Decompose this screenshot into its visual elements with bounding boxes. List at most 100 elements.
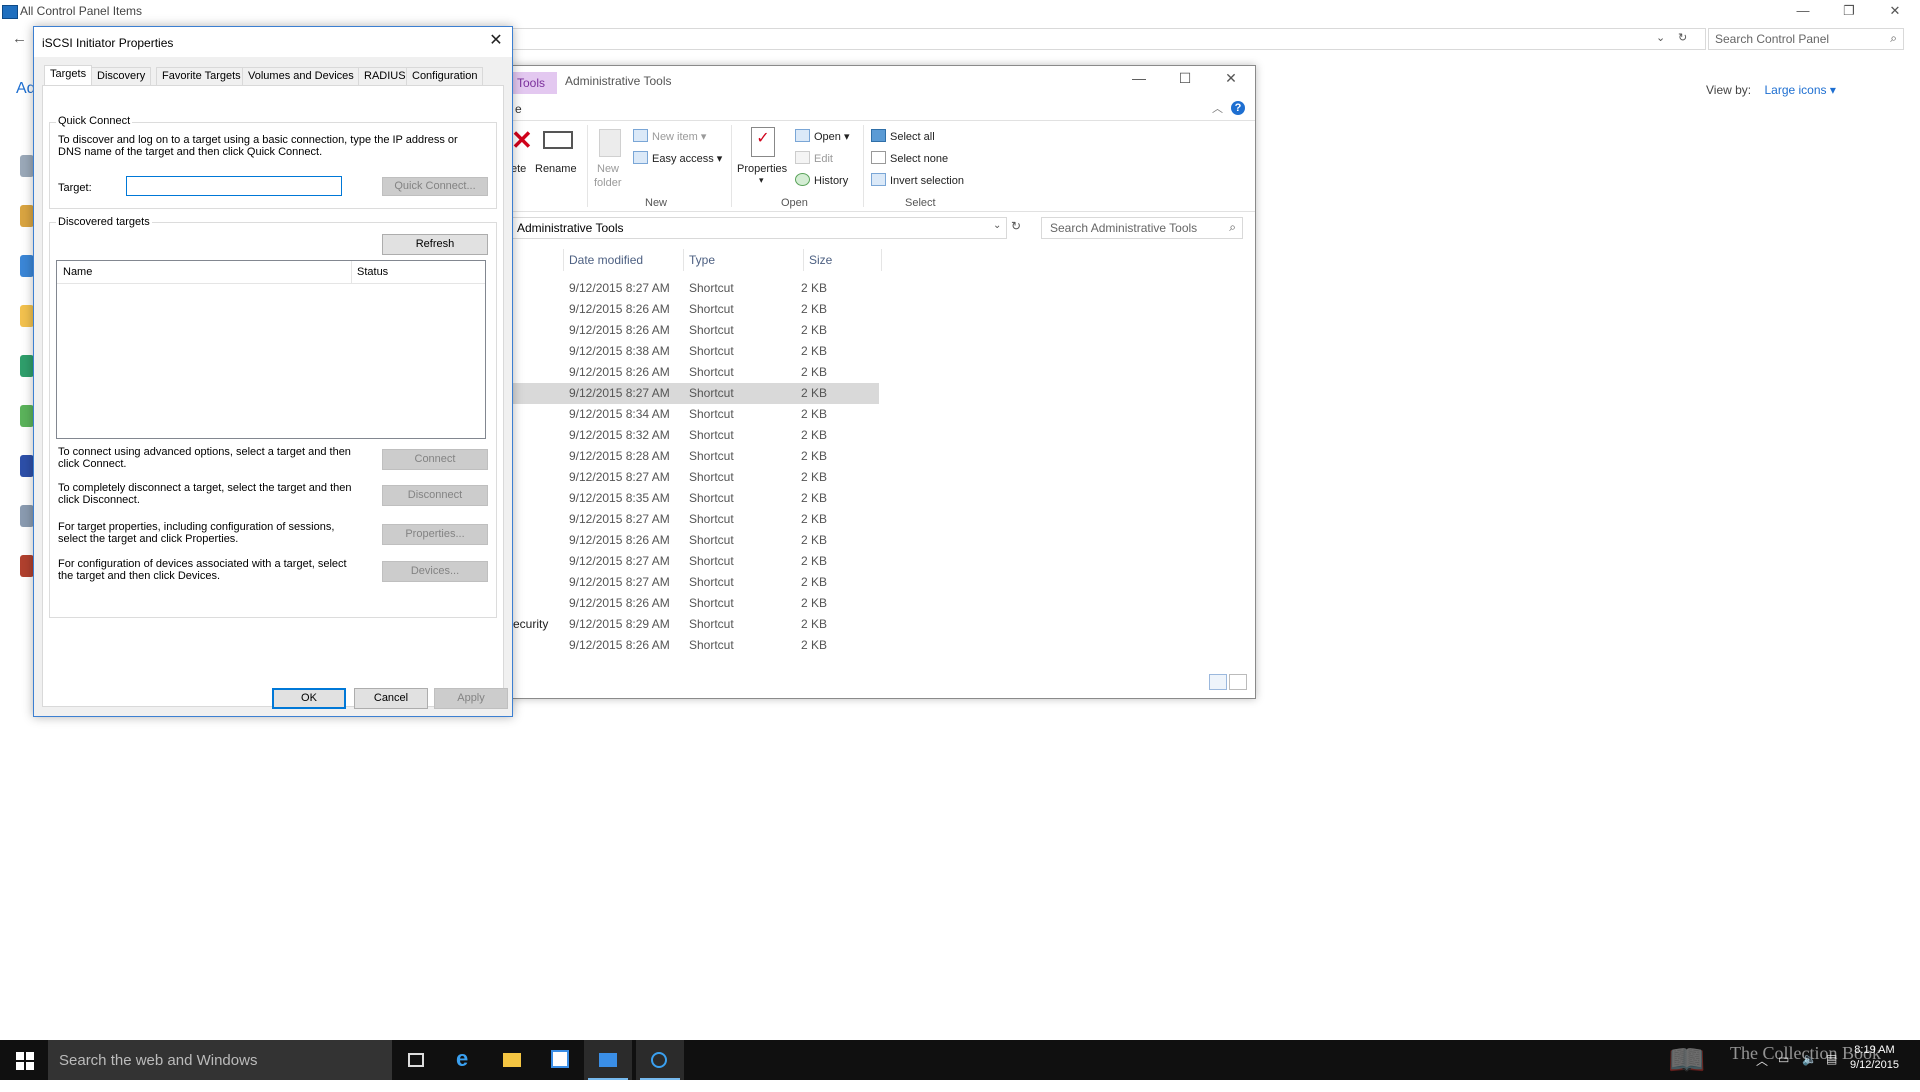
table-row[interactable]: 9/12/2015 8:26 AM Shortcut 2 KB: [511, 635, 1255, 656]
refresh-icon[interactable]: ↻: [1011, 219, 1021, 233]
taskbar-iscsi-initiator[interactable]: [636, 1040, 684, 1080]
easy-access-button[interactable]: Easy access ▾: [633, 151, 722, 165]
target-input[interactable]: [126, 176, 342, 196]
help-icon[interactable]: ?: [1231, 101, 1245, 115]
select-all-button[interactable]: Select all: [871, 129, 935, 143]
quick-connect-button[interactable]: Quick Connect...: [382, 177, 488, 196]
table-row[interactable]: 9/12/2015 8:26 AM Shortcut 2 KB: [511, 530, 1255, 551]
control-panel-search-input[interactable]: Search Control Panel ⌕: [1708, 28, 1904, 50]
table-row[interactable]: 9/12/2015 8:26 AM Shortcut 2 KB: [511, 593, 1255, 614]
restore-icon[interactable]: ❐: [1826, 0, 1872, 22]
task-view-button[interactable]: [392, 1040, 440, 1080]
collapse-ribbon-icon[interactable]: ︿: [1212, 100, 1223, 116]
open-button[interactable]: Open ▾: [795, 129, 850, 143]
address-dropdown-icon[interactable]: ⌄: [993, 220, 1001, 231]
table-row[interactable]: 9/12/2015 8:26 AM Shortcut 2 KB: [511, 320, 1255, 341]
new-folder-label-2[interactable]: folder: [594, 177, 622, 189]
column-header-type[interactable]: Type: [689, 253, 715, 267]
new-item-button[interactable]: New item ▾: [633, 129, 706, 143]
apply-button[interactable]: Apply: [434, 688, 508, 709]
column-header-name[interactable]: Name: [63, 266, 92, 278]
explorer-address-bar[interactable]: Administrative Tools: [511, 217, 1007, 239]
address-dropdown-icon[interactable]: ⌄: [1656, 31, 1665, 44]
view-by-dropdown[interactable]: Large icons ▾: [1764, 83, 1835, 97]
table-row[interactable]: 9/12/2015 8:38 AM Shortcut 2 KB: [511, 341, 1255, 362]
minimize-icon[interactable]: —: [1119, 70, 1159, 86]
file-size: 2 KB: [801, 638, 828, 652]
table-row[interactable]: 9/12/2015 8:27 AM Shortcut 2 KB: [511, 572, 1255, 593]
tab-favorite-targets[interactable]: Favorite Targets: [156, 67, 247, 85]
disconnect-button[interactable]: Disconnect: [382, 485, 488, 506]
taskbar-clock[interactable]: 8:19 AM 9/12/2015: [1850, 1043, 1899, 1073]
edit-button[interactable]: Edit: [795, 151, 833, 165]
refresh-icon[interactable]: ↻: [1678, 31, 1687, 44]
table-row[interactable]: 9/12/2015 8:26 AM Shortcut 2 KB: [511, 299, 1255, 320]
back-arrow-icon[interactable]: ←: [12, 30, 27, 47]
tab-volumes-and-devices[interactable]: Volumes and Devices: [242, 67, 360, 85]
control-panel-item-icon[interactable]: [20, 405, 34, 427]
discovered-targets-list[interactable]: Name Status: [56, 260, 486, 439]
table-row[interactable]: 9/12/2015 8:28 AM Shortcut 2 KB: [511, 446, 1255, 467]
cancel-button[interactable]: Cancel: [354, 688, 428, 709]
select-none-button[interactable]: Select none: [871, 151, 948, 165]
tab-radius[interactable]: RADIUS: [358, 67, 412, 85]
tab-configuration[interactable]: Configuration: [406, 67, 484, 85]
taskbar-file-explorer[interactable]: [488, 1040, 536, 1080]
delete-icon[interactable]: ✕: [511, 125, 533, 156]
new-folder-label-1[interactable]: New: [597, 163, 619, 175]
properties-dropdown-icon[interactable]: ▾: [759, 175, 764, 186]
table-row[interactable]: 9/12/2015 8:27 AM Shortcut 2 KB: [511, 551, 1255, 572]
refresh-button[interactable]: Refresh: [382, 234, 488, 255]
control-panel-item-icon[interactable]: [20, 555, 34, 577]
taskbar-store[interactable]: [536, 1040, 584, 1080]
control-panel-item-icon[interactable]: [20, 255, 34, 277]
close-icon[interactable]: ✕: [1211, 70, 1251, 87]
table-row[interactable]: ecurity 9/12/2015 8:29 AM Shortcut 2 KB: [511, 614, 1255, 635]
invert-selection-button[interactable]: Invert selection: [871, 173, 964, 187]
table-row[interactable]: 9/12/2015 8:35 AM Shortcut 2 KB: [511, 488, 1255, 509]
table-row[interactable]: 9/12/2015 8:34 AM Shortcut 2 KB: [511, 404, 1255, 425]
start-button[interactable]: [0, 1040, 48, 1080]
column-divider: [683, 249, 684, 271]
ok-button[interactable]: OK: [272, 688, 346, 709]
taskbar-edge[interactable]: e: [440, 1040, 488, 1080]
column-header-date[interactable]: Date modified: [569, 253, 643, 267]
column-header-status[interactable]: Status: [357, 266, 388, 278]
column-header-size[interactable]: Size: [809, 253, 832, 267]
table-row[interactable]: 9/12/2015 8:27 AM Shortcut 2 KB: [511, 467, 1255, 488]
table-row[interactable]: 9/12/2015 8:26 AM Shortcut 2 KB: [511, 362, 1255, 383]
explorer-search-input[interactable]: Search Administrative Tools ⌕: [1041, 217, 1243, 239]
tab-targets[interactable]: Targets: [44, 65, 93, 85]
control-panel-item-icon[interactable]: [20, 355, 34, 377]
ribbon-tab-tools[interactable]: Tools: [511, 72, 557, 94]
minimize-icon[interactable]: —: [1780, 0, 1826, 22]
close-icon[interactable]: ✕: [486, 31, 506, 51]
properties-button[interactable]: Properties...: [382, 524, 488, 545]
table-row[interactable]: 9/12/2015 8:27 AM Shortcut 2 KB: [511, 509, 1255, 530]
taskbar-search-box[interactable]: Search the web and Windows: [48, 1040, 392, 1080]
details-view-icon[interactable]: [1209, 674, 1227, 690]
devices-button[interactable]: Devices...: [382, 561, 488, 582]
table-row[interactable]: 9/12/2015 8:32 AM Shortcut 2 KB: [511, 425, 1255, 446]
control-panel-item-icon[interactable]: [20, 455, 34, 477]
taskbar-control-panel[interactable]: [584, 1040, 632, 1080]
maximize-icon[interactable]: ☐: [1165, 70, 1205, 87]
new-folder-icon[interactable]: [599, 129, 621, 157]
control-panel-item-icon[interactable]: [20, 305, 34, 327]
ribbon-tab-partial[interactable]: e: [515, 102, 522, 116]
history-button[interactable]: History: [795, 173, 848, 187]
connect-button[interactable]: Connect: [382, 449, 488, 470]
control-panel-item-icon[interactable]: [20, 205, 34, 227]
tab-discovery[interactable]: Discovery: [91, 67, 152, 85]
rename-icon[interactable]: [543, 131, 573, 149]
large-icons-view-icon[interactable]: [1229, 674, 1247, 690]
properties-icon[interactable]: ✓: [751, 127, 775, 157]
table-row[interactable]: 9/12/2015 8:27 AM Shortcut 2 KB: [511, 383, 879, 404]
table-row[interactable]: 9/12/2015 8:27 AM Shortcut 2 KB: [511, 278, 1255, 299]
close-icon[interactable]: ✕: [1872, 0, 1918, 22]
control-panel-item-icon[interactable]: [20, 155, 34, 177]
control-panel-item-icon[interactable]: [20, 505, 34, 527]
properties-button[interactable]: Properties: [737, 163, 787, 175]
rename-button[interactable]: Rename: [535, 163, 577, 175]
delete-label[interactable]: ete: [511, 163, 526, 175]
